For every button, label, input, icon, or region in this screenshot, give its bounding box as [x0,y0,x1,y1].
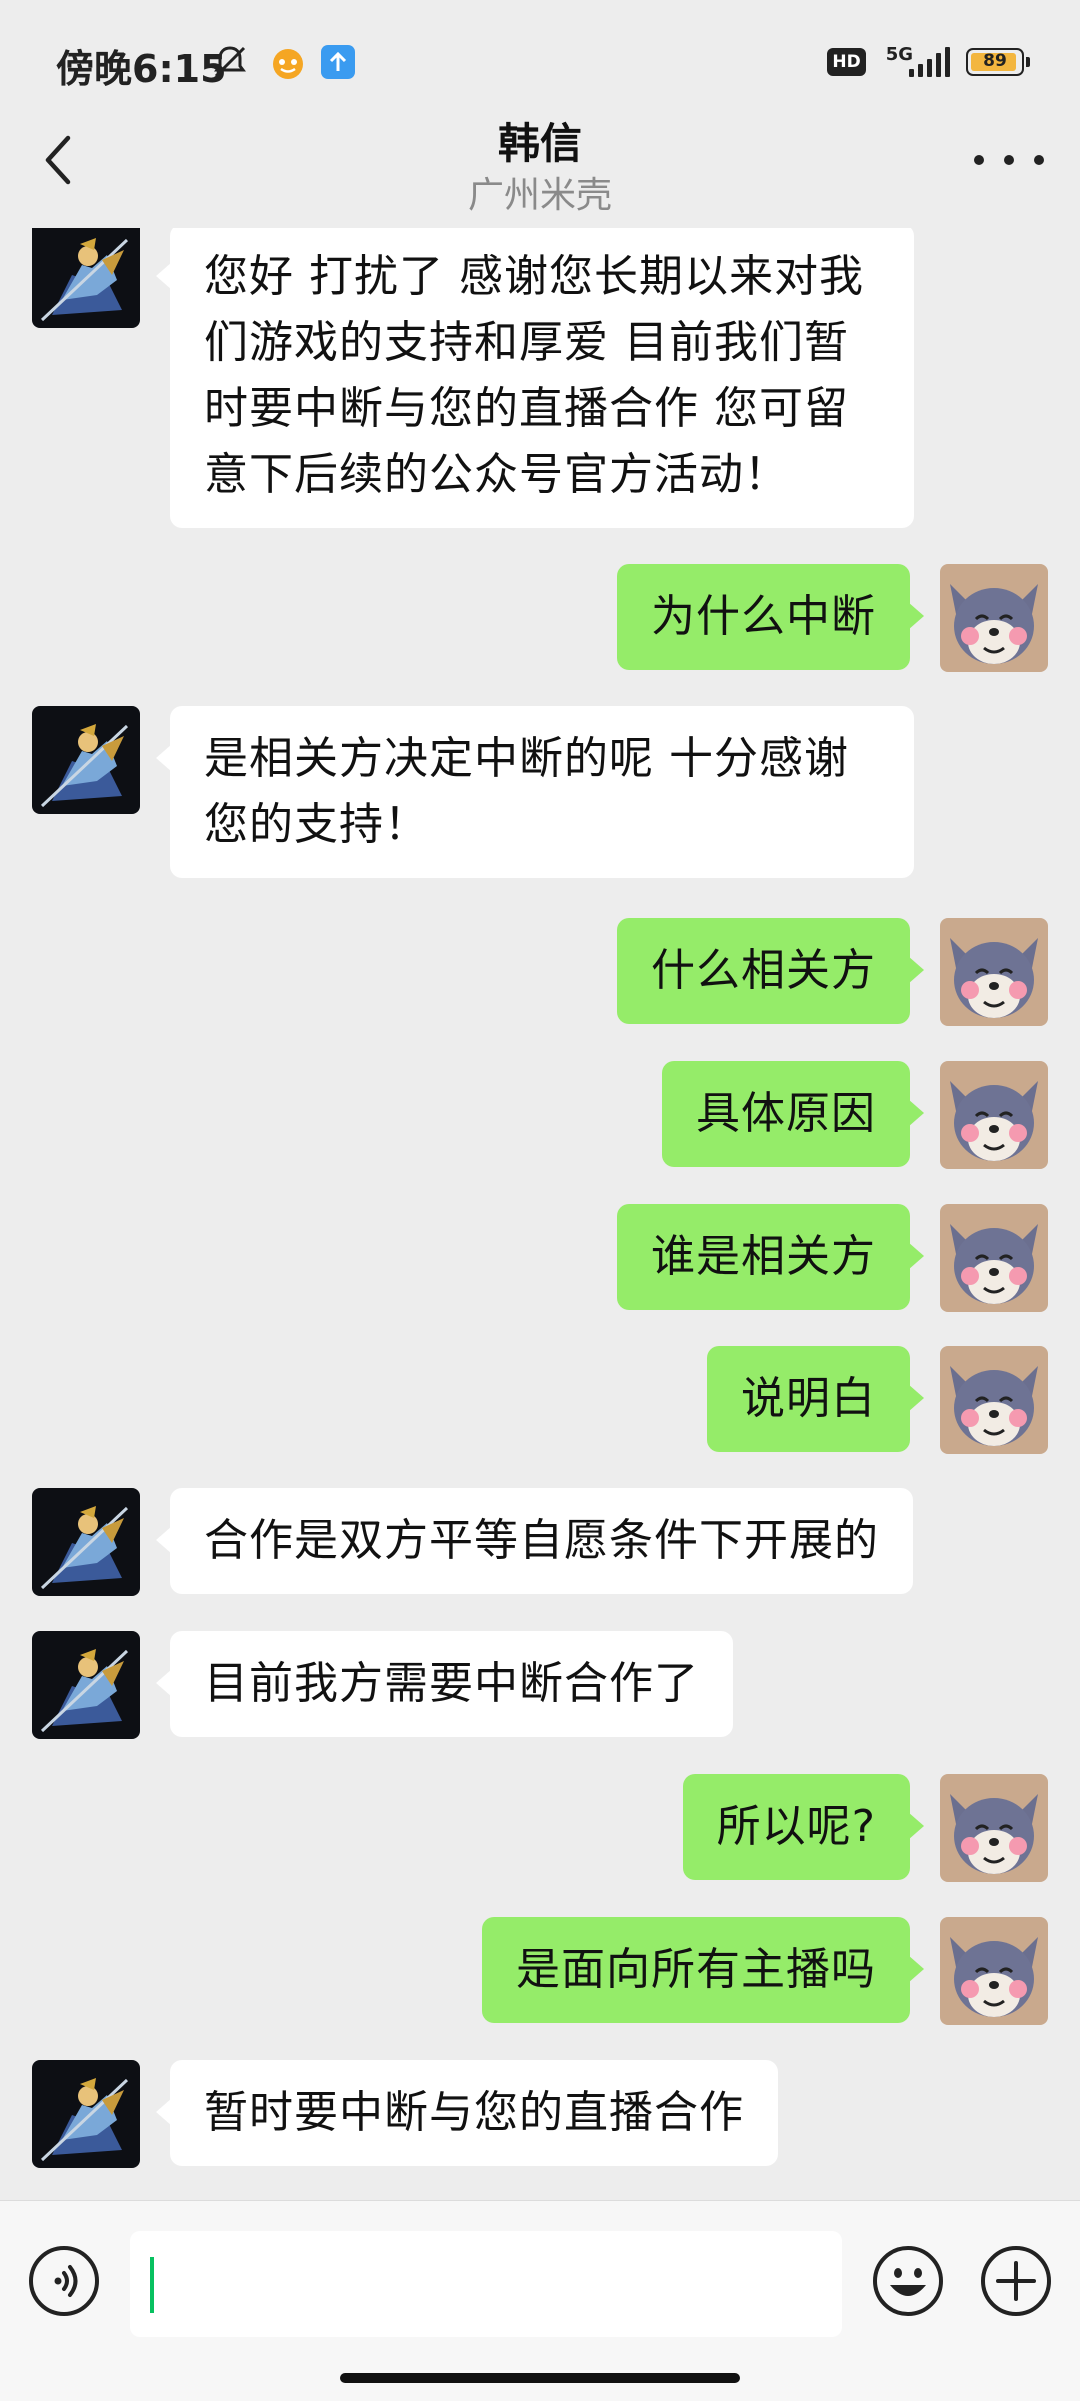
message-bubble[interactable]: 目前我方需要中断合作了 [156,1631,733,1737]
hd-badge: HD [827,48,866,76]
warrior-avatar-icon [32,228,140,328]
warrior-avatar-icon [32,1631,140,1739]
my-avatar[interactable] [940,564,1048,672]
cat-avatar-icon [940,1774,1048,1882]
cat-avatar-icon [940,918,1048,1026]
battery-icon: 89 [966,48,1030,76]
message-bubble[interactable]: 是相关方决定中断的呢 十分感谢您的支持！ [156,706,914,878]
contact-avatar[interactable] [32,706,140,814]
message-bubble[interactable]: 什么相关方 [617,918,924,1024]
cat-avatar-icon [940,1061,1048,1169]
message-bubble[interactable]: 所以呢? [682,1774,925,1880]
chat-title: 韩信 [497,119,582,168]
network-type: 5G [885,44,913,65]
signal-icon [909,47,950,77]
my-avatar[interactable] [940,1346,1048,1454]
chat-header: 韩信 广州米壳 [0,100,1080,228]
more-icon [974,155,984,165]
my-avatar[interactable] [940,1917,1048,2025]
warrior-avatar-icon [32,706,140,814]
contact-avatar[interactable] [32,2060,140,2168]
message-bubble[interactable]: 说明白 [707,1346,924,1452]
cat-avatar-icon [940,1917,1048,2025]
contact-avatar[interactable] [32,228,140,328]
message-bubble[interactable]: 是面向所有主播吗 [482,1917,924,2023]
warrior-avatar-icon [32,2060,140,2168]
plus-icon[interactable] [980,2245,1052,2317]
message-bubble[interactable]: 暂时要中断与您的直播合作 [156,2060,778,2166]
contact-avatar[interactable] [32,1488,140,1596]
app-notification-icon [273,49,303,79]
status-time: 傍晚6:15 [56,47,227,91]
message-bubble[interactable]: 为什么中断 [617,564,924,670]
contact-avatar[interactable] [32,1631,140,1739]
message-bubble[interactable]: 您好 打扰了 感谢您长期以来对我们游戏的支持和厚爱 目前我们暂时要中断与您的直播… [156,228,914,528]
cat-avatar-icon [940,1346,1048,1454]
battery-level: 89 [983,51,1007,71]
message-list[interactable]: 您好 打扰了 感谢您长期以来对我们游戏的支持和厚爱 目前我们暂时要中断与您的直播… [0,228,1080,2200]
cat-avatar-icon [940,564,1048,672]
message-input[interactable] [130,2231,842,2337]
message-bubble[interactable]: 谁是相关方 [617,1204,924,1310]
input-bar [0,2200,1080,2401]
my-avatar[interactable] [940,918,1048,1026]
message-bubble[interactable]: 合作是双方平等自愿条件下开展的 [156,1488,913,1594]
home-indicator[interactable] [340,2373,740,2383]
warrior-avatar-icon [32,1488,140,1596]
my-avatar[interactable] [940,1774,1048,1882]
cat-avatar-icon [940,1204,1048,1312]
more-options-button[interactable] [974,140,1044,180]
my-avatar[interactable] [940,1061,1048,1169]
silent-icon [214,46,246,78]
message-bubble[interactable]: 具体原因 [662,1061,924,1167]
chat-subtitle: 广州米壳 [467,175,612,216]
my-avatar[interactable] [940,1204,1048,1312]
text-caret [150,2257,154,2313]
upload-notification-icon [321,45,355,79]
emoji-icon[interactable] [872,2245,944,2317]
voice-icon[interactable] [28,2245,100,2317]
